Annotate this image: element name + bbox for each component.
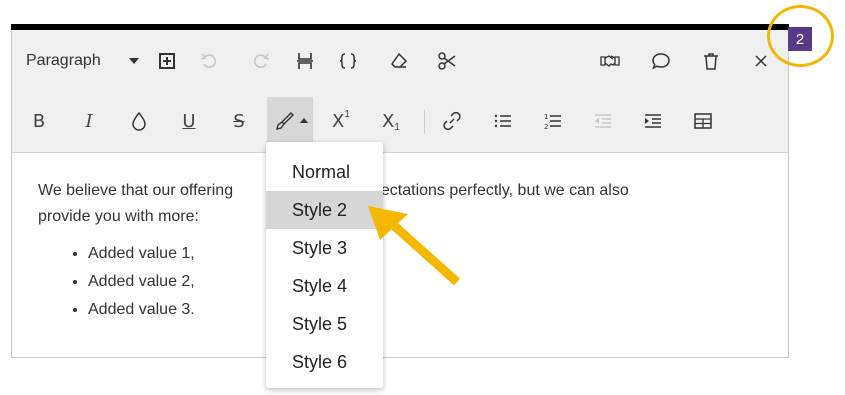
highlight-ring <box>767 5 834 67</box>
add-block-icon[interactable] <box>152 46 182 76</box>
pointer-arrow-icon <box>368 206 461 286</box>
indent-icon[interactable] <box>638 106 668 136</box>
outdent-icon[interactable] <box>588 106 618 136</box>
paragraph-start: We believe that our offering <box>38 182 234 199</box>
bold-icon[interactable]: B <box>24 106 54 136</box>
block-format-label: Paragraph <box>26 52 101 69</box>
cut-icon[interactable] <box>432 46 462 76</box>
comment-icon[interactable] <box>646 46 676 76</box>
subscript-icon[interactable]: X1 <box>376 106 406 136</box>
paragraph-line-2: provide you with more: <box>38 208 199 225</box>
list-item: Added value 3. <box>88 296 758 324</box>
page-break-icon[interactable] <box>290 46 320 76</box>
clear-format-icon[interactable] <box>384 46 414 76</box>
superscript-mark: 1 <box>344 108 350 120</box>
toolbar-row-2: B I U S X1 X1 1 2 <box>12 96 788 146</box>
svg-text:2: 2 <box>544 123 548 131</box>
delete-icon[interactable] <box>696 46 726 76</box>
superscript-base: X <box>332 110 345 132</box>
style-option-normal[interactable]: Normal <box>266 153 383 191</box>
redo-icon[interactable] <box>246 46 276 76</box>
highlight-brush-icon[interactable] <box>270 106 300 136</box>
color-drop-icon[interactable] <box>124 106 154 136</box>
underline-icon[interactable]: U <box>174 106 204 136</box>
strike-glyph: S <box>233 110 245 132</box>
code-icon[interactable] <box>333 46 363 76</box>
subscript-base: X <box>382 110 395 132</box>
style-option-style-6[interactable]: Style 6 <box>266 343 383 381</box>
undo-icon[interactable] <box>194 46 224 76</box>
style-option-style-5[interactable]: Style 5 <box>266 305 383 343</box>
toolbar-divider <box>424 110 425 134</box>
svg-text:1: 1 <box>544 113 548 121</box>
numbered-list-icon[interactable]: 12 <box>538 106 568 136</box>
bullet-list-icon[interactable] <box>488 106 518 136</box>
bold-glyph: B <box>32 110 46 132</box>
toolbar-row-1: Paragraph <box>12 36 788 86</box>
editor-toolbar: Paragraph B I U S X 1 X 1 1 2 <box>12 30 788 153</box>
italic-glyph: I <box>85 110 93 132</box>
block-format-select[interactable]: Paragraph <box>26 46 139 76</box>
handshake-icon[interactable] <box>595 46 625 76</box>
underline-glyph: U <box>182 110 196 132</box>
chevron-down-icon <box>128 58 139 64</box>
link-icon[interactable] <box>437 106 467 136</box>
caret-up-icon[interactable] <box>300 118 308 123</box>
italic-icon[interactable]: I <box>74 106 104 136</box>
rich-text-editor: Paragraph B I U S X 1 X 1 1 2 We believe… <box>11 30 789 358</box>
paragraph-end: expectations perfectly, but we can also <box>355 182 629 199</box>
subscript-mark: 1 <box>394 121 400 133</box>
table-icon[interactable] <box>688 106 718 136</box>
superscript-icon[interactable]: X1 <box>326 106 356 136</box>
strikethrough-icon[interactable]: S <box>224 106 254 136</box>
